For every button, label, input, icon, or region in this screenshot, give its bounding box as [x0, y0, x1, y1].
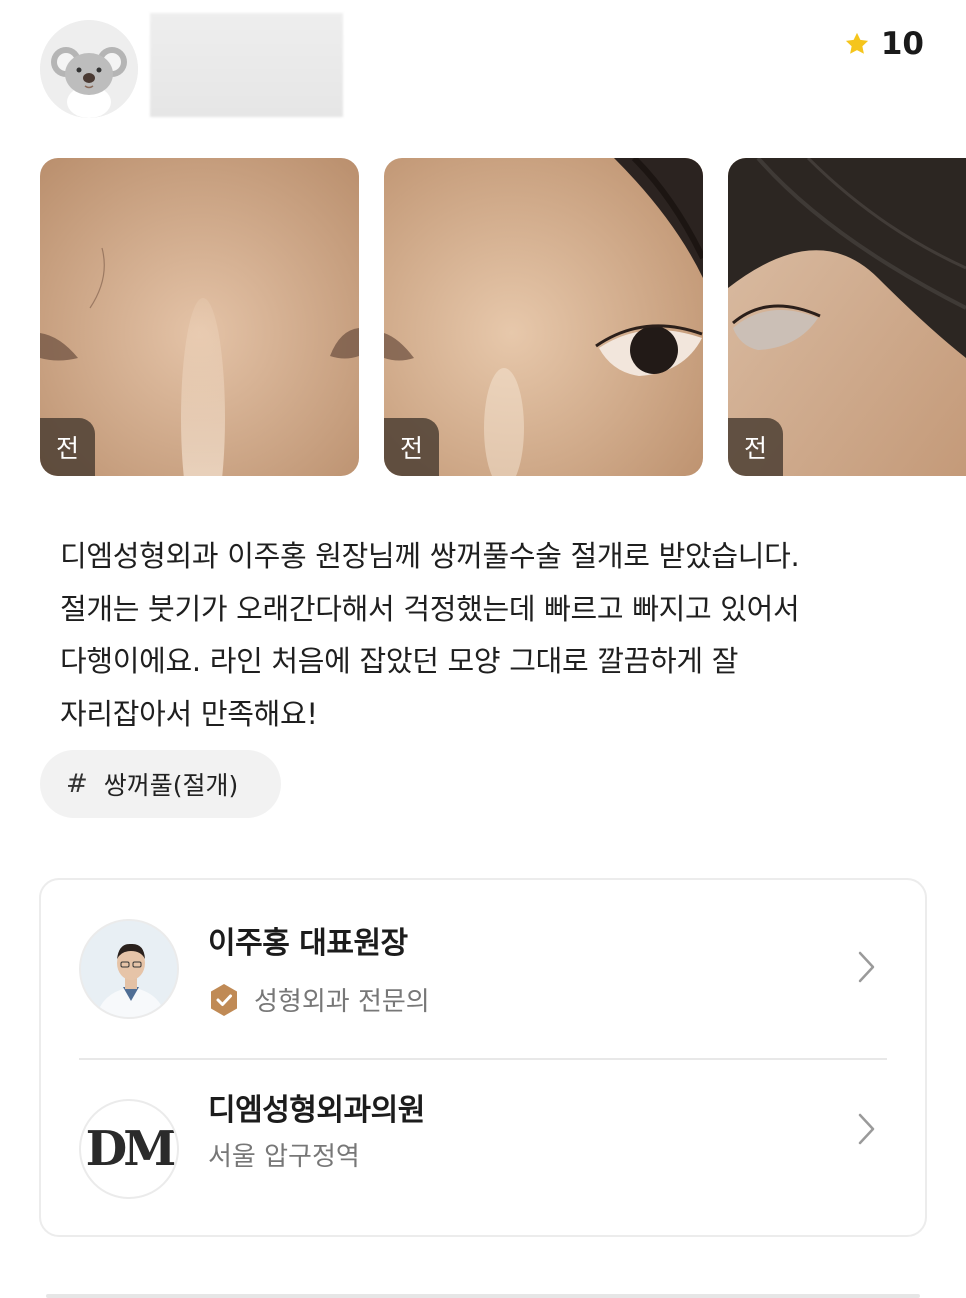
review-photo-3[interactable]: 전 [728, 158, 966, 476]
clinic-name: 디엠성형외과의원 [208, 1093, 425, 1128]
clinic-location-line: 서울 압구정역 [208, 1136, 360, 1173]
tag-label: 쌍꺼풀(절개) [103, 771, 239, 800]
rating-value: 10 [880, 26, 924, 62]
doctor-avatar [79, 919, 179, 1019]
procedure-tag[interactable]: # 쌍꺼풀(절개) [40, 750, 281, 818]
before-badge: 전 [728, 418, 783, 476]
review-card-page: 10 전 전 전 디엠성형외과 이주홍 원장님께 쌍꺼풀수술 절개로 받았습니다… [0, 0, 966, 1298]
next-card-edge [46, 1294, 920, 1298]
clinic-row[interactable]: DM 디엠성형외과의원 서울 압구정역 [41, 1060, 925, 1230]
verified-badge-icon [211, 983, 237, 1016]
user-avatar[interactable] [40, 20, 138, 118]
rating: 10 [843, 26, 924, 62]
clinic-location: 서울 압구정역 [208, 1142, 360, 1172]
review-line: 자리잡아서 만족해요! [60, 696, 318, 731]
chevron-right-icon [858, 951, 875, 983]
review-line: 절개는 붓기가 오래간다해서 걱정했는데 빠르고 빠지고 있어서 [60, 591, 800, 626]
review-photo-1[interactable]: 전 [40, 158, 359, 476]
before-badge: 전 [40, 418, 95, 476]
doctor-row[interactable]: 이주홍 대표원장 성형외과 전문의 [41, 880, 925, 1050]
hash-icon: # [66, 769, 88, 799]
before-badge: 전 [384, 418, 439, 476]
chevron-right-icon [858, 1113, 875, 1145]
clinic-logo: DM [79, 1099, 179, 1199]
koala-avatar-icon [40, 20, 138, 118]
doctor-portrait [81, 921, 177, 1017]
doctor-name: 이주홍 대표원장 [208, 926, 408, 961]
review-line: 디엠성형외과 이주홍 원장님께 쌍꺼풀수술 절개로 받았습니다. [60, 539, 800, 573]
doctor-credential-line: 성형외과 전문의 [208, 981, 430, 1018]
doctor-credential: 성형외과 전문의 [254, 987, 430, 1017]
review-body: 디엠성형외과 이주홍 원장님께 쌍꺼풀수술 절개로 받았습니다. 절개는 붓기가… [60, 530, 920, 740]
provider-info-card: 이주홍 대표원장 성형외과 전문의 DM 디엠성형외과의원 서울 압구정역 [39, 878, 927, 1237]
star-icon [845, 32, 868, 54]
clinic-logo-text: DM [85, 1121, 177, 1177]
review-photo-2[interactable]: 전 [384, 158, 703, 476]
review-line: 다행이에요. 라인 처음에 잡았던 모양 그대로 깔끔하게 잘 [60, 644, 739, 678]
username-blurred [150, 13, 343, 117]
